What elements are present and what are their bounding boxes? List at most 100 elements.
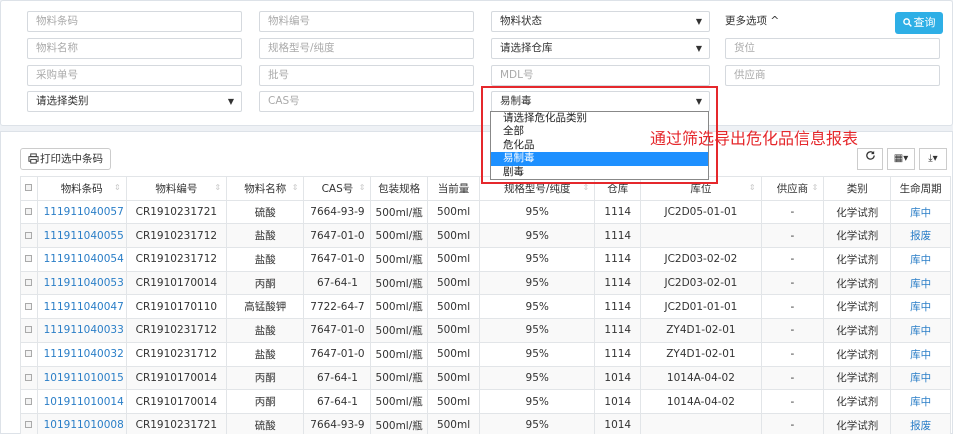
lifecycle-link[interactable]: 库中 — [890, 341, 951, 367]
warehouse-label: 请选择仓库 — [500, 42, 553, 54]
col-header[interactable]: 物料条码 ⇕ — [36, 176, 127, 201]
table-cell: 盐酸 — [226, 223, 305, 249]
table-cell: 500ml/瓶 — [370, 412, 428, 434]
barcode-input[interactable]: 物料条码 — [27, 11, 242, 32]
table-cell: ZY4D1-02-01 — [640, 341, 762, 367]
row-checkbox[interactable] — [20, 318, 38, 343]
table-cell: - — [760, 389, 825, 414]
lifecycle-link[interactable]: 库中 — [890, 270, 951, 296]
location-input[interactable]: 货位 — [725, 38, 940, 59]
row-checkbox[interactable] — [20, 199, 38, 225]
table-row[interactable]: 101911010015 CR1910170014 丙酮 67-64-1 500ml/瓶… — [20, 365, 951, 391]
col-header[interactable]: 物料名称 ⇕ — [226, 176, 305, 201]
barcode-link[interactable]: 101911010014 — [36, 389, 127, 414]
lifecycle-link[interactable]: 库中 — [890, 199, 951, 225]
table-cell: 盐酸 — [226, 247, 305, 272]
barcode-link[interactable]: 111911040053 — [36, 270, 127, 296]
export-button[interactable]: ⤓▾ — [919, 148, 947, 170]
col-header[interactable]: 当前量 — [426, 176, 481, 201]
col-header[interactable]: 类别 — [823, 176, 892, 201]
table-row[interactable]: 111911040054 CR1910231712 盐酸 7647-01-0 500ml… — [20, 247, 951, 272]
table-cell: 95% — [479, 223, 596, 249]
table-cell: 化学试剂 — [823, 199, 892, 225]
col-header[interactable]: 包装规格 — [370, 176, 428, 201]
barcode-link[interactable]: 101911010015 — [36, 365, 127, 391]
material-status-select[interactable]: 物料状态 ▼ — [491, 11, 710, 32]
row-checkbox[interactable] — [20, 247, 38, 272]
barcode-link[interactable]: 111911040047 — [36, 294, 127, 320]
col-header[interactable]: 供应商 ⇕ — [760, 176, 825, 201]
query-button[interactable]: 查询 — [895, 12, 943, 34]
table-cell: 500ml — [426, 412, 481, 434]
row-checkbox[interactable] — [20, 365, 38, 391]
row-checkbox[interactable] — [20, 412, 38, 434]
table-cell: 7647-01-0 — [303, 318, 372, 343]
lifecycle-link[interactable]: 报废 — [890, 223, 951, 249]
row-checkbox[interactable] — [20, 389, 38, 414]
supplier-input[interactable]: 供应商 — [725, 65, 940, 86]
table-cell: 95% — [479, 341, 596, 367]
refresh-button[interactable] — [857, 148, 883, 170]
table-row[interactable]: 111911040032 CR1910231712 盐酸 7647-01-0 500ml… — [20, 341, 951, 367]
row-checkbox[interactable] — [20, 270, 38, 296]
table-cell: 丙酮 — [226, 365, 305, 391]
batch-no-input[interactable]: 批号 — [259, 65, 474, 86]
select-all-checkbox[interactable] — [20, 176, 38, 201]
cas-input[interactable]: CAS号 — [259, 91, 474, 112]
table-cell — [640, 412, 762, 434]
barcode-link[interactable]: 111911040057 — [36, 199, 127, 225]
table-row[interactable]: 111911040055 CR1910231712 盐酸 7647-01-0 500ml… — [20, 223, 951, 249]
lifecycle-link[interactable]: 库中 — [890, 247, 951, 272]
table-row[interactable]: 101911010014 CR1910170014 丙酮 67-64-1 500ml/瓶… — [20, 389, 951, 414]
lifecycle-link[interactable]: 库中 — [890, 389, 951, 414]
table-body: 111911040057 CR1910231721 硫酸 7664-93-9 500ml… — [20, 199, 951, 434]
columns-button[interactable]: ▦▾ — [887, 148, 915, 170]
col-header[interactable]: 生命周期 — [890, 176, 951, 201]
purchase-no-input[interactable]: 采购单号 — [27, 65, 242, 86]
table-cell: CR1910231721 — [125, 412, 228, 434]
material-status-label: 物料状态 — [500, 15, 542, 27]
lifecycle-link[interactable]: 库中 — [890, 365, 951, 391]
table-cell: 95% — [479, 294, 596, 320]
table-cell: JC2D01-01-01 — [640, 294, 762, 320]
row-checkbox[interactable] — [20, 223, 38, 249]
category-select[interactable]: 请选择类别 ▼ — [27, 91, 242, 112]
material-no-input[interactable]: 物料编号 — [259, 11, 474, 32]
table-cell: CR1910231712 — [125, 318, 228, 343]
table-row[interactable]: 111911040057 CR1910231721 硫酸 7664-93-9 500ml… — [20, 199, 951, 225]
barcode-link[interactable]: 101911010008 — [36, 412, 127, 434]
chevron-down-icon: ▼ — [227, 97, 234, 106]
barcode-link[interactable]: 111911040033 — [36, 318, 127, 343]
table-row[interactable]: 111911040033 CR1910231712 盐酸 7647-01-0 500ml… — [20, 318, 951, 343]
material-name-input[interactable]: 物料名称 — [27, 38, 242, 59]
more-options-toggle[interactable]: 更多选项 ^ — [725, 13, 779, 28]
lifecycle-link[interactable]: 库中 — [890, 318, 951, 343]
mdl-input[interactable]: MDL号 — [491, 65, 710, 86]
table-cell: CR1910231721 — [125, 199, 228, 225]
lifecycle-link[interactable]: 库中 — [890, 294, 951, 320]
table-cell: 1114 — [594, 270, 642, 296]
row-checkbox[interactable] — [20, 294, 38, 320]
barcode-link[interactable]: 111911040054 — [36, 247, 127, 272]
table-cell — [640, 223, 762, 249]
refresh-icon — [865, 150, 875, 160]
lifecycle-link[interactable]: 报废 — [890, 412, 951, 434]
print-barcode-button[interactable]: 打印选中条码 — [20, 148, 111, 170]
table-row[interactable]: 111911040053 CR1910170014 丙酮 67-64-1 500ml/瓶… — [20, 270, 951, 296]
spec-input[interactable]: 规格型号/纯度 — [259, 38, 474, 59]
table-cell: 丙酮 — [226, 270, 305, 296]
table-row[interactable]: 111911040047 CR1910170110 高锰酸钾 7722-64-7 500… — [20, 294, 951, 320]
table-cell: 1114 — [594, 223, 642, 249]
barcode-link[interactable]: 111911040055 — [36, 223, 127, 249]
table-cell: 95% — [479, 412, 596, 434]
barcode-link[interactable]: 111911040032 — [36, 341, 127, 367]
col-header[interactable]: CAS号 ⇕ — [303, 176, 372, 201]
row-checkbox[interactable] — [20, 341, 38, 367]
table-cell: ZY4D1-02-01 — [640, 318, 762, 343]
table-row[interactable]: 101911010008 CR1910231721 硫酸 7664-93-9 500ml… — [20, 412, 951, 434]
table-cell: - — [760, 247, 825, 272]
warehouse-select[interactable]: 请选择仓库 ▼ — [491, 38, 710, 59]
table-cell: 1114 — [594, 294, 642, 320]
col-header[interactable]: 物料编号 ⇕ — [125, 176, 228, 201]
table-cell: 7664-93-9 — [303, 412, 372, 434]
